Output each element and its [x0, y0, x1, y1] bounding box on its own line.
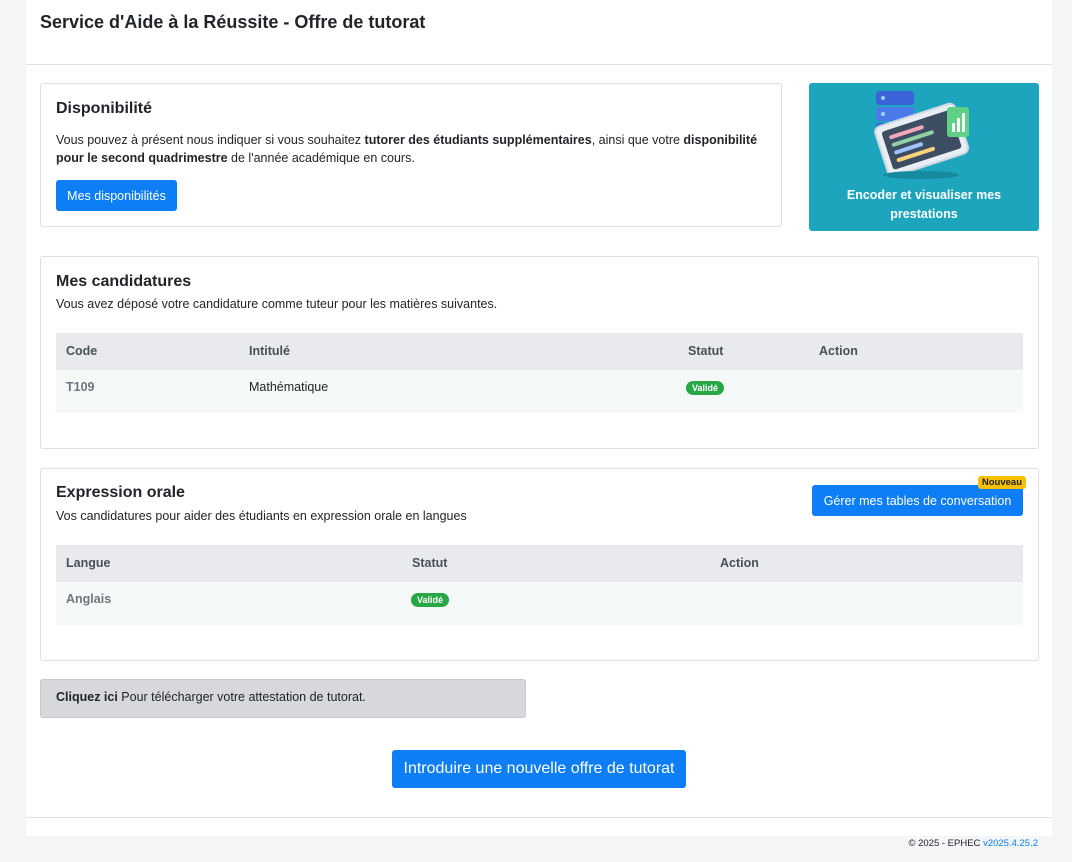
- version-link[interactable]: v2025.4.25.2: [983, 838, 1038, 849]
- oral-table-header: Langue Statut Action: [56, 545, 1023, 582]
- footer-copyright: © 2025 - EPHEC: [908, 838, 984, 849]
- cell-language: Anglais: [66, 592, 112, 606]
- applications-subtitle: Vous avez déposé votre candidature comme…: [56, 297, 498, 311]
- new-offer-button[interactable]: Introduire une nouvelle offre de tutorat: [392, 750, 686, 788]
- col-header-action: Action: [720, 556, 759, 570]
- oral-title: Expression orale: [56, 484, 185, 501]
- status-badge: Validé: [411, 593, 450, 607]
- divider: [26, 817, 1052, 818]
- new-badge: Nouveau: [977, 476, 1026, 489]
- availability-card: Disponibilité Vous pouvez à présent nous…: [40, 83, 782, 227]
- availability-text-part: Vous pouvez à présent nous indiquer si v…: [56, 133, 365, 147]
- table-row: T109 Mathématique Validé: [56, 370, 1023, 413]
- oral-card: Expression orale Vos candidatures pour a…: [40, 468, 1039, 661]
- availability-text-part: de l'année académique en cours.: [227, 151, 415, 165]
- prestations-tile-line: Encoder et visualiser mes: [846, 188, 1002, 202]
- footer: © 2025 - EPHEC v2025.4.25.2: [908, 838, 1038, 849]
- prestations-tile-line: prestations: [890, 207, 958, 221]
- manage-conversation-tables-button[interactable]: Gérer mes tables de conversation Nouveau: [812, 476, 1026, 516]
- col-header-language: Langue: [66, 556, 111, 570]
- prestations-tile-label: Encoder et visualiser mes prestations: [809, 186, 1039, 224]
- prestations-tile[interactable]: Encoder et visualiser mes prestations: [809, 83, 1039, 231]
- cell-code: T109: [66, 380, 95, 394]
- divider: [26, 64, 1052, 65]
- cell-title: Mathématique: [249, 380, 329, 394]
- col-header-code: Code: [66, 344, 98, 358]
- table-row: Anglais Validé: [56, 582, 1023, 625]
- manage-conversation-tables-label: Gérer mes tables de conversation: [823, 493, 1012, 508]
- col-header-title: Intitulé: [249, 344, 290, 358]
- attestation-link[interactable]: Cliquez ici: [56, 690, 118, 704]
- applications-card: Mes candidatures Vous avez déposé votre …: [40, 256, 1039, 449]
- page-title: Service d'Aide à la Réussite - Offre de …: [40, 12, 426, 32]
- col-header-action: Action: [819, 344, 858, 358]
- tablet-server-illustration-icon: [874, 91, 970, 179]
- attestation-text: Pour télécharger votre attestation de tu…: [117, 690, 366, 704]
- availability-button[interactable]: Mes disponibilités: [56, 180, 177, 211]
- oral-subtitle: Vos candidatures pour aider des étudiant…: [56, 509, 467, 523]
- attestation-alert[interactable]: Cliquez ici Pour télécharger votre attes…: [40, 679, 526, 718]
- availability-title: Disponibilité: [56, 100, 152, 117]
- page-container: Service d'Aide à la Réussite - Offre de …: [26, 0, 1052, 836]
- col-header-status: Statut: [412, 556, 448, 570]
- applications-table-header: Code Intitulé Statut Action: [56, 333, 1023, 370]
- availability-text: Vous pouvez à présent nous indiquer si v…: [56, 131, 768, 167]
- col-header-status: Statut: [688, 344, 724, 358]
- applications-title: Mes candidatures: [56, 273, 192, 290]
- status-badge: Validé: [686, 381, 725, 395]
- availability-text-part: , ainsi que votre: [591, 133, 684, 147]
- availability-text-bold: tutorer des étudiants supplémentaires: [364, 133, 592, 147]
